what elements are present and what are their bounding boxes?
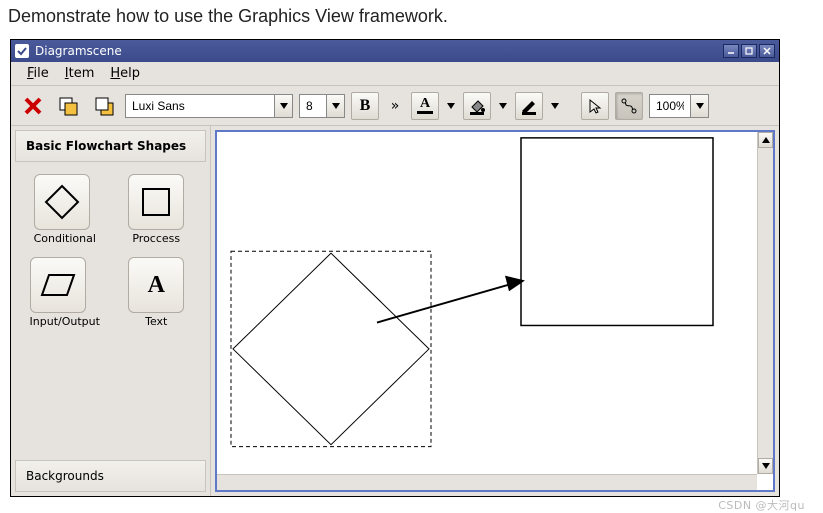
menubar: File Item Help (11, 62, 779, 86)
menu-help[interactable]: Help (102, 64, 148, 83)
close-button[interactable] (759, 44, 775, 58)
menu-file[interactable]: File (19, 64, 57, 83)
scroll-up-button[interactable] (758, 132, 773, 148)
fill-color-button[interactable] (463, 92, 491, 120)
sidebar-section-shapes[interactable]: Basic Flowchart Shapes (15, 130, 206, 162)
shape-text-label: Text (128, 313, 184, 336)
shape-conditional-button[interactable] (34, 174, 90, 230)
shape-process-label: Proccess (128, 230, 184, 253)
text-color-button[interactable]: A (411, 92, 439, 120)
watermark: CSDN @大河qu (718, 497, 805, 513)
shape-io-label: Input/Output (30, 313, 100, 336)
toolbar-overflow[interactable]: » (385, 92, 405, 120)
text-color-dropdown[interactable] (445, 103, 457, 109)
window-body: Basic Flowchart Shapes Conditional Procc… (11, 126, 779, 496)
shape-process-button[interactable] (128, 174, 184, 230)
line-color-dropdown[interactable] (549, 103, 561, 109)
window-title: Diagramscene (35, 44, 122, 58)
font-size-input[interactable] (299, 94, 327, 118)
text-glyph-icon: A (148, 272, 165, 299)
maximize-button[interactable] (741, 44, 757, 58)
horizontal-scrollbar[interactable] (217, 474, 757, 490)
font-size-combo[interactable] (299, 94, 345, 118)
font-family-combo[interactable] (125, 94, 293, 118)
shape-text-button[interactable]: A (128, 257, 184, 313)
send-to-back-button[interactable] (89, 92, 119, 120)
line-mode-button[interactable] (615, 92, 643, 120)
zoom-dropdown[interactable] (691, 94, 709, 118)
toolbar: B » A (11, 86, 779, 126)
zoom-combo[interactable] (649, 94, 709, 118)
zoom-input[interactable] (649, 94, 691, 118)
pointer-mode-button[interactable] (581, 92, 609, 120)
menu-item[interactable]: Item (57, 64, 103, 83)
canvas-viewport (215, 130, 775, 492)
font-family-input[interactable] (125, 94, 275, 118)
minimize-button[interactable] (723, 44, 739, 58)
connector-arrow[interactable] (377, 283, 513, 322)
bring-to-front-button[interactable] (53, 92, 83, 120)
titlebar: Diagramscene (11, 40, 779, 62)
font-size-dropdown[interactable] (327, 94, 345, 118)
app-window: Diagramscene File Item Help B » (10, 39, 780, 497)
canvas-conditional-item[interactable] (233, 253, 429, 445)
vertical-scrollbar[interactable] (757, 132, 773, 474)
font-family-dropdown[interactable] (275, 94, 293, 118)
shape-io-button[interactable] (30, 257, 86, 313)
shape-conditional-label: Conditional (34, 230, 96, 253)
fill-color-dropdown[interactable] (497, 103, 509, 109)
canvas-process-item[interactable] (521, 138, 713, 326)
delete-button[interactable] (19, 92, 47, 120)
sidebar: Basic Flowchart Shapes Conditional Procc… (11, 126, 211, 496)
scroll-down-button[interactable] (758, 458, 773, 474)
diagram-canvas[interactable] (217, 132, 757, 474)
app-icon (15, 44, 29, 58)
bold-button[interactable]: B (351, 92, 379, 120)
sidebar-section-backgrounds[interactable]: Backgrounds (15, 460, 206, 492)
page-description: Demonstrate how to use the Graphics View… (0, 0, 823, 39)
line-color-button[interactable] (515, 92, 543, 120)
